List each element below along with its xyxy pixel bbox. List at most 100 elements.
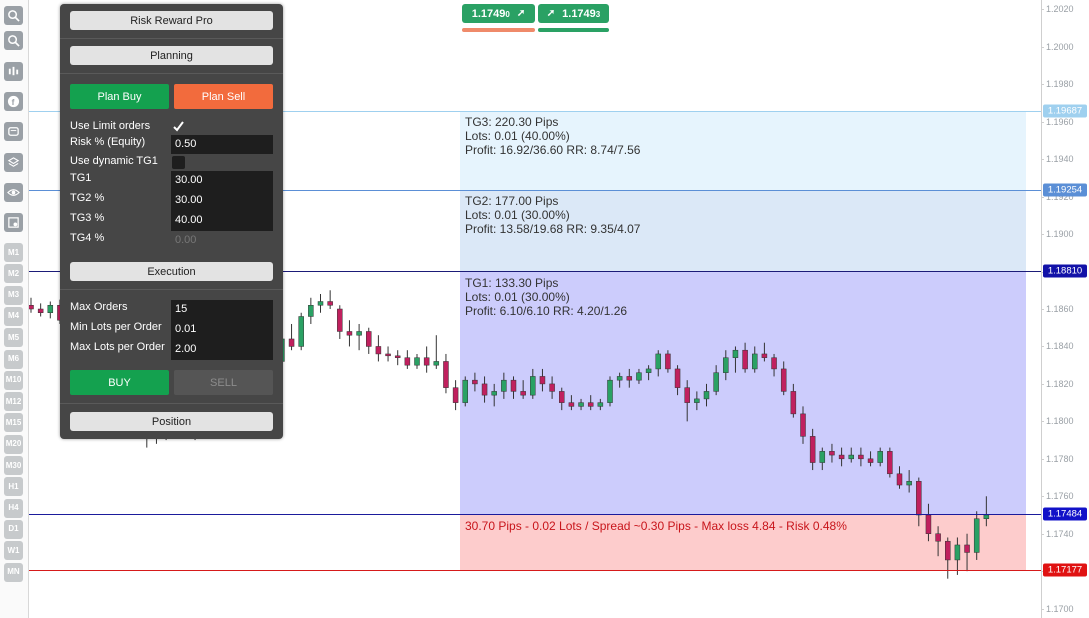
timeframe-button-m6[interactable]: M6 <box>4 349 23 369</box>
sl-summary: 30.70 Pips - 0.02 Lots / Spread ~0.30 Pi… <box>465 519 847 533</box>
sell-price: 1.1749 <box>471 7 506 20</box>
price-tick: 1.1980 <box>1041 79 1074 90</box>
position-section-button[interactable]: Position <box>70 412 273 431</box>
tg2-lots: Lots: 0.01 (30.00%) <box>465 208 570 222</box>
tg3-lots: Lots: 0.01 (40.00%) <box>465 129 570 143</box>
timeframe-button-m20[interactable]: M20 <box>4 434 23 454</box>
timeframe-label: M3 <box>7 290 20 300</box>
settings-icon[interactable] <box>4 213 23 232</box>
price-tick: 1.2000 <box>1041 41 1074 52</box>
planning-section-button[interactable]: Planning <box>70 46 273 65</box>
chat-icon[interactable] <box>4 122 23 141</box>
timeframe-button-w1[interactable]: W1 <box>4 541 23 561</box>
candles-icon[interactable] <box>4 62 23 81</box>
price-tick: 1.1800 <box>1041 416 1074 427</box>
stoploss-price-label: 1.17177 <box>1043 563 1087 577</box>
price-tick: 1.1740 <box>1041 528 1074 539</box>
timeframe-label: M6 <box>7 354 20 363</box>
sell-price-pipette: 0 <box>505 9 510 19</box>
execution-section-button[interactable]: Execution <box>70 262 273 281</box>
layers-icon[interactable] <box>4 153 23 172</box>
max-orders-input[interactable]: 15 <box>171 300 273 320</box>
timeframe-button-mn[interactable]: MN <box>4 562 23 582</box>
timeframe-button-m12[interactable]: M12 <box>4 392 23 412</box>
timeframe-button-m3[interactable]: M3 <box>4 285 23 305</box>
timeframe-button-m10[interactable]: M10 <box>4 370 23 390</box>
sl-zone: 30.70 Pips - 0.02 Lots / Spread ~0.30 Pi… <box>460 514 1026 571</box>
use-limit-orders-checkbox[interactable] <box>172 120 185 133</box>
min-lots-input[interactable]: 0.01 <box>171 320 273 340</box>
min-lots-label: Min Lots per Order <box>70 321 162 333</box>
timeframe-button-m5[interactable]: M5 <box>4 328 23 348</box>
use-limit-orders-label: Use Limit orders <box>70 120 151 132</box>
dynamic-tg1-label: Use dynamic TG1 <box>70 155 158 167</box>
max-lots-label: Max Lots per Order <box>70 341 165 353</box>
tg3-zone: TG3: 220.30 Pips Lots: 0.01 (40.00%) Pro… <box>460 111 1026 190</box>
tg1-lots: Lots: 0.01 (30.00%) <box>465 290 570 304</box>
price-tick: 1.1820 <box>1041 378 1074 389</box>
price-axis[interactable]: 1.2020 1.2000 1.1980 1.1960 1.1940 1.1920 1.19… <box>1041 0 1089 618</box>
timeframe-button-m4[interactable]: M4 <box>4 306 23 326</box>
entry-price-label: 1.17484 <box>1043 507 1087 521</box>
tg2-price-label: 1.19254 <box>1043 183 1087 197</box>
tg3-percent-input[interactable]: 40.00 <box>171 211 273 231</box>
trend-arrow-icon: ➚ <box>516 8 526 19</box>
buy-price: 1.1749 <box>562 7 596 20</box>
panel-title-button[interactable]: Risk Reward Pro <box>70 11 273 30</box>
timeframe-label: M20 <box>5 439 22 449</box>
price-tick: 1.1780 <box>1041 453 1074 464</box>
timeframe-label: M12 <box>5 396 22 406</box>
max-lots-input[interactable]: 2.00 <box>171 340 273 360</box>
price-tick: 1.1860 <box>1041 304 1074 314</box>
price-tick: 1.1840 <box>1041 341 1074 352</box>
price-tick: 1.1900 <box>1041 229 1074 240</box>
tg1-pips: TG1: 133.30 Pips <box>465 276 559 290</box>
plan-sell-button[interactable]: Plan Sell <box>174 84 273 109</box>
timeframe-label: M4 <box>7 311 20 321</box>
buy-price-badge[interactable]: ➚ 1.17493 <box>538 4 609 23</box>
tg3-price-label: 1.19687 <box>1043 104 1087 118</box>
buy-spread-bar <box>538 28 609 32</box>
dynamic-tg1-checkbox[interactable] <box>172 156 185 169</box>
price-tick: 1.1960 <box>1041 116 1074 127</box>
eye-icon[interactable] <box>4 183 23 202</box>
timeframe-button-m1[interactable]: M1 <box>4 243 23 262</box>
sell-button[interactable]: SELL <box>174 370 273 395</box>
facebook-icon[interactable]: f <box>4 92 23 111</box>
timeframe-button-h1[interactable]: H1 <box>4 477 23 497</box>
timeframe-label: M1 <box>7 247 20 257</box>
timeframe-label: W1 <box>7 545 20 555</box>
timeframe-label: M10 <box>5 375 22 385</box>
risk-label: Risk % (Equity) <box>70 136 146 148</box>
tg2-percent-input[interactable]: 30.00 <box>171 191 273 211</box>
buy-button[interactable]: BUY <box>70 370 169 395</box>
timeframe-button-m15[interactable]: M15 <box>4 413 23 433</box>
zoom-in-icon[interactable] <box>4 6 23 25</box>
tg3-profit: Profit: 16.92/36.60 RR: 8.74/7.56 <box>465 143 641 157</box>
timeframe-button-h4[interactable]: H4 <box>4 498 23 518</box>
tg1-input[interactable]: 30.00 <box>171 171 273 191</box>
timeframe-button-d1[interactable]: D1 <box>4 519 23 539</box>
tg2-pips: TG2: 177.00 Pips <box>465 194 559 208</box>
stoploss-line[interactable] <box>29 570 1041 571</box>
timeframe-label: M30 <box>5 460 22 470</box>
timeframe-label: M5 <box>7 332 20 342</box>
timeframe-label: D1 <box>8 524 19 534</box>
tg4-percent-input[interactable]: 0.00 <box>171 231 273 251</box>
trend-arrow-icon: ➚ <box>546 8 556 19</box>
timeframe-button-m2[interactable]: M2 <box>4 264 23 284</box>
checkmark-icon <box>173 121 184 132</box>
sell-price-badge[interactable]: 1.17490 ➚ <box>462 4 535 23</box>
timeframe-label: M15 <box>5 417 22 427</box>
max-orders-label: Max Orders <box>70 301 128 313</box>
plan-buy-button[interactable]: Plan Buy <box>70 84 169 109</box>
entry-line[interactable] <box>29 514 1041 515</box>
tg2-zone: TG2: 177.00 Pips Lots: 0.01 (30.00%) Pro… <box>460 190 1026 271</box>
risk-reward-panel: Risk Reward Pro Planning Plan Buy Plan S… <box>60 4 283 439</box>
price-tick: 1.1940 <box>1041 154 1074 165</box>
tg1-profit: Profit: 6.10/6.10 RR: 4.20/1.26 <box>465 304 628 318</box>
zoom-out-icon[interactable] <box>4 31 23 50</box>
timeframe-label: M2 <box>7 268 20 278</box>
risk-input[interactable]: 0.50 <box>171 135 273 154</box>
timeframe-button-m30[interactable]: M30 <box>4 456 23 475</box>
